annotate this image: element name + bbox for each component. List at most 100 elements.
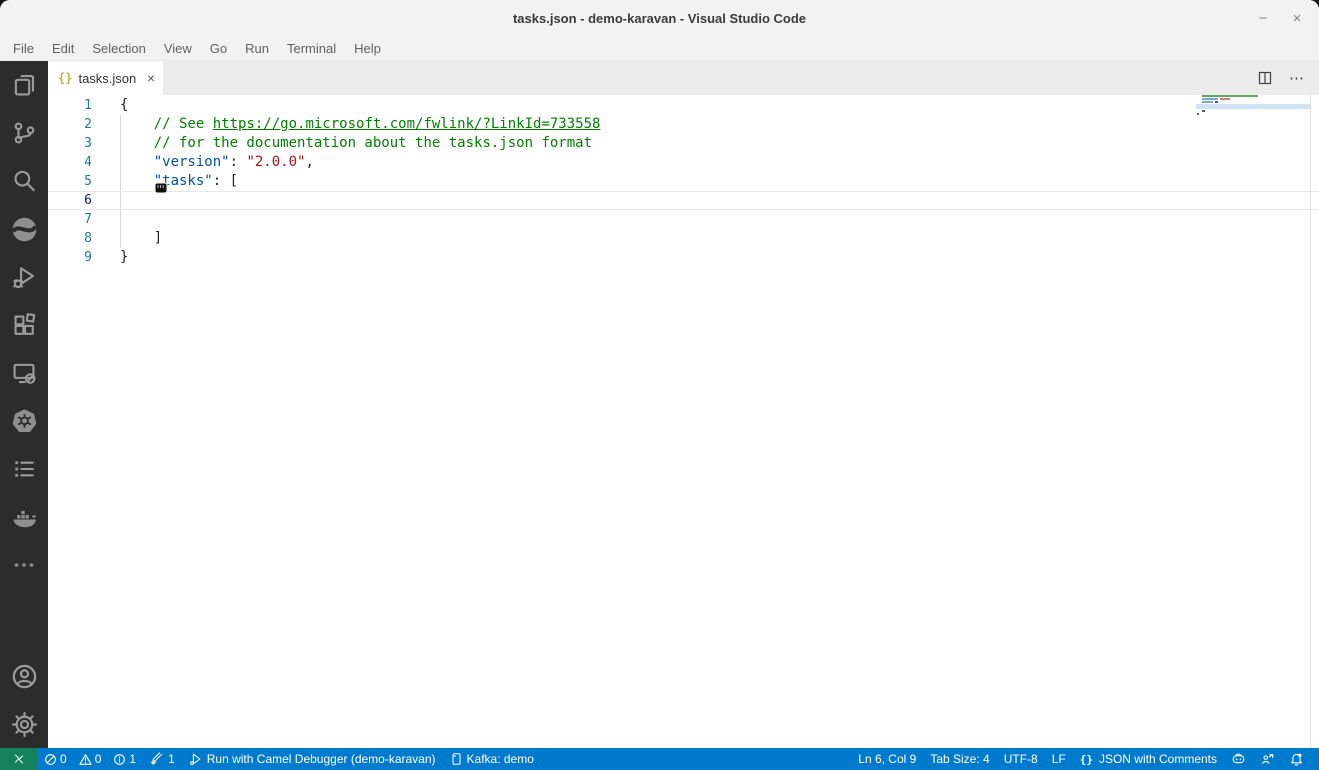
window-title: tasks.json - demo-karavan - Visual Studi… xyxy=(513,11,806,26)
minimap-line xyxy=(1202,95,1258,97)
code-line[interactable]: 7 xyxy=(48,210,1319,229)
activity-outline[interactable] xyxy=(0,445,48,493)
source-control-icon xyxy=(11,120,37,146)
run-and-debug-icon xyxy=(11,264,37,290)
line-content: } xyxy=(92,248,128,267)
line-number: 4 xyxy=(48,153,92,172)
cursor-position[interactable]: Ln 6, Col 9 xyxy=(851,748,923,770)
kafka-icon xyxy=(450,752,463,766)
activity-remote-explorer[interactable] xyxy=(0,349,48,397)
activity-source-control[interactable] xyxy=(0,109,48,157)
minimap-current-line xyxy=(1196,104,1310,109)
activity-account[interactable] xyxy=(0,652,48,700)
kubernetes-icon xyxy=(11,408,38,435)
tab-bar: {} tasks.json × ⋯ xyxy=(48,61,1319,95)
editor-group: {} tasks.json × ⋯ 1{2 // See https://go.… xyxy=(48,61,1319,748)
copilot-status-button[interactable] xyxy=(1224,748,1253,770)
settings-gear-icon xyxy=(11,711,38,738)
minimize-button[interactable]: − xyxy=(1253,11,1273,26)
split-editor-icon[interactable] xyxy=(1257,70,1273,86)
minimap[interactable] xyxy=(1196,95,1310,129)
warning-icon xyxy=(79,753,92,766)
problems-indicator[interactable]: 0 0 1 xyxy=(37,748,143,770)
line-number: 5 xyxy=(48,172,92,191)
feedback-button[interactable] xyxy=(1253,748,1282,770)
tab-close-icon[interactable]: × xyxy=(147,71,155,85)
extensions-icon xyxy=(11,312,37,338)
language-mode[interactable]: {} JSON with Comments xyxy=(1073,748,1224,770)
account-icon xyxy=(11,663,38,690)
menu-item-run[interactable]: Run xyxy=(236,37,278,61)
code-line[interactable]: 3 // for the documentation about the tas… xyxy=(48,134,1319,153)
code-lines: 1{2 // See https://go.microsoft.com/fwli… xyxy=(48,96,1319,267)
activity-explorer[interactable] xyxy=(0,61,48,109)
vscode-window: tasks.json - demo-karavan - Visual Studi… xyxy=(0,0,1319,770)
line-content: // for the documentation about the tasks… xyxy=(92,134,592,153)
mouse-cursor-hand-icon xyxy=(152,179,170,197)
activity-run-debug[interactable] xyxy=(0,253,48,301)
activity-camel-karavan[interactable] xyxy=(0,205,48,253)
eol-setting[interactable]: LF xyxy=(1045,748,1073,770)
menu-bar: File Edit Selection View Go Run Terminal… xyxy=(0,37,1319,61)
line-content: "version": "2.0.0", xyxy=(92,153,314,172)
code-line[interactable]: 1{ xyxy=(48,96,1319,115)
tab-tasks-json[interactable]: {} tasks.json × xyxy=(48,61,163,95)
json-braces-icon: {} xyxy=(58,71,72,85)
menu-item-view[interactable]: View xyxy=(155,37,201,61)
title-bar: tasks.json - demo-karavan - Visual Studi… xyxy=(0,0,1319,37)
task-runner-indicator[interactable]: 1 xyxy=(143,748,182,770)
activity-docker[interactable] xyxy=(0,493,48,541)
line-content: ] xyxy=(92,229,162,248)
more-actions-icon[interactable]: ⋯ xyxy=(1289,71,1305,86)
code-line[interactable]: 4 "version": "2.0.0", xyxy=(48,153,1319,172)
code-line[interactable]: 6 xyxy=(48,191,1319,210)
activity-more[interactable] xyxy=(0,541,48,589)
menu-item-edit[interactable]: Edit xyxy=(43,37,83,61)
code-line[interactable]: 8 ] xyxy=(48,229,1319,248)
code-line[interactable]: 2 // See https://go.microsoft.com/fwlink… xyxy=(48,115,1319,134)
error-icon xyxy=(44,753,57,766)
menu-item-go[interactable]: Go xyxy=(201,37,236,61)
activity-extensions[interactable] xyxy=(0,301,48,349)
menu-item-help[interactable]: Help xyxy=(345,37,390,61)
code-editor[interactable]: 1{2 // See https://go.microsoft.com/fwli… xyxy=(48,95,1319,748)
line-content: { xyxy=(92,96,128,115)
camel-debugger-button[interactable]: Run with Camel Debugger (demo-karavan) xyxy=(182,748,443,770)
activity-settings[interactable] xyxy=(0,700,48,748)
minimap-line xyxy=(1202,101,1213,103)
status-bar: 0 0 1 xyxy=(0,748,1319,770)
notifications-button[interactable] xyxy=(1282,748,1311,770)
remote-icon xyxy=(12,752,26,766)
more-ellipsis-icon xyxy=(11,552,37,578)
docker-icon xyxy=(11,504,38,531)
line-number: 2 xyxy=(48,115,92,134)
code-line[interactable]: 9} xyxy=(48,248,1319,267)
menu-item-file[interactable]: File xyxy=(4,37,43,61)
warning-count: 0 xyxy=(95,752,102,766)
activity-kubernetes[interactable] xyxy=(0,397,48,445)
language-mode-label: JSON with Comments xyxy=(1099,752,1217,766)
activity-search[interactable] xyxy=(0,157,48,205)
error-count: 0 xyxy=(60,752,67,766)
kafka-label: Kafka: demo xyxy=(467,752,534,766)
kafka-status-button[interactable]: Kafka: demo xyxy=(443,748,541,770)
tab-label: tasks.json xyxy=(78,71,140,86)
minimap-line xyxy=(1202,98,1218,100)
window-controls: − × xyxy=(1253,11,1319,26)
line-content xyxy=(92,210,120,229)
minimap-line xyxy=(1197,113,1199,115)
remote-indicator[interactable] xyxy=(0,748,37,770)
task-count: 1 xyxy=(168,752,175,766)
close-window-button[interactable]: × xyxy=(1287,11,1307,26)
tools-icon xyxy=(150,752,164,766)
activity-bar xyxy=(0,61,48,748)
info-count: 1 xyxy=(129,752,136,766)
code-line[interactable]: 5 "tasks": [ xyxy=(48,172,1319,191)
bell-icon xyxy=(1289,752,1304,767)
menu-item-terminal[interactable]: Terminal xyxy=(278,37,345,61)
minimap-line xyxy=(1215,101,1218,103)
indentation-setting[interactable]: Tab Size: 4 xyxy=(923,748,996,770)
menu-item-selection[interactable]: Selection xyxy=(83,37,154,61)
encoding-setting[interactable]: UTF-8 xyxy=(997,748,1045,770)
line-content: // See https://go.microsoft.com/fwlink/?… xyxy=(92,115,600,134)
